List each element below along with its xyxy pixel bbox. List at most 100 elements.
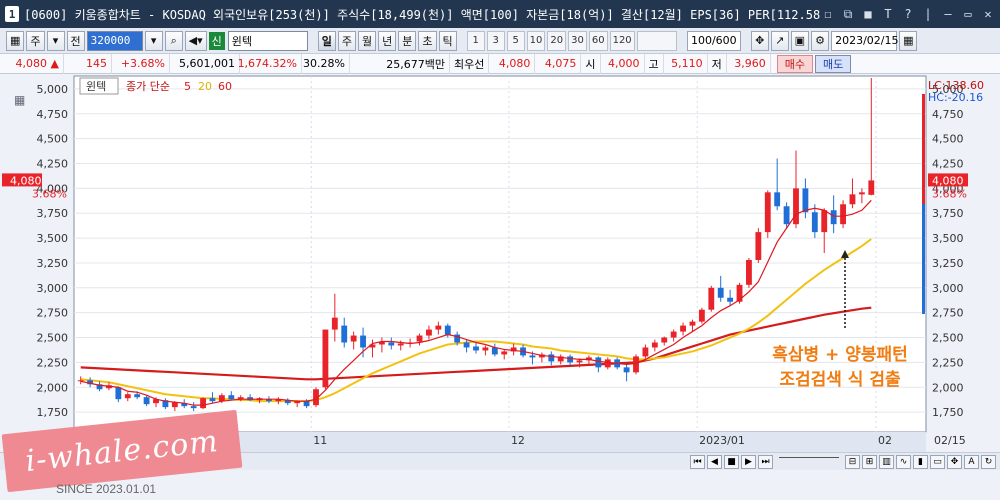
- interval-10-button[interactable]: 10: [526, 30, 546, 51]
- settings-icon[interactable]: ⚙: [811, 30, 830, 51]
- font-icon[interactable]: T: [880, 6, 896, 22]
- tf-minute-button[interactable]: 분: [398, 30, 417, 51]
- price-change: 145: [64, 53, 112, 74]
- x-tick-label: 12: [511, 434, 525, 447]
- maximize-icon[interactable]: ▭: [960, 6, 976, 22]
- data-count-field[interactable]: 100/600: [686, 30, 741, 51]
- layout-icon[interactable]: ☐: [820, 6, 836, 22]
- interval-3-button[interactable]: 3: [486, 30, 505, 51]
- save-icon[interactable]: ▣: [790, 30, 810, 51]
- market-all-button[interactable]: 전: [66, 30, 85, 51]
- candle-body: [143, 397, 150, 405]
- zoom-in-icon[interactable]: ⊞: [862, 454, 877, 469]
- y-tick-label-right: 3,000: [932, 282, 964, 295]
- y-tick-label-left: 4,250: [37, 158, 69, 171]
- stop-icon[interactable]: ■: [724, 454, 739, 469]
- sell-button[interactable]: 매도: [815, 54, 852, 73]
- candle-body: [341, 325, 348, 343]
- tf-second-button[interactable]: 초: [418, 30, 437, 51]
- tf-week-button[interactable]: 주: [337, 30, 357, 51]
- chart-area[interactable]: 1,750 2,000 2,250 2,500 2,750 3,000 3,250 3,500…: [0, 74, 1000, 452]
- current-pct-left-label: 3.68%: [32, 187, 67, 200]
- period-week-button[interactable]: 주: [26, 30, 45, 51]
- minimize-icon[interactable]: —: [940, 6, 956, 22]
- stock-code-input[interactable]: [86, 30, 143, 51]
- prev-icon[interactable]: ◀: [707, 454, 722, 469]
- first-icon[interactable]: ⏮: [690, 454, 705, 469]
- tf-year-button[interactable]: 년: [378, 30, 397, 51]
- interval-dropdown[interactable]: [636, 30, 677, 51]
- candle-body: [708, 287, 715, 310]
- y-tick-label-right: 3,500: [932, 232, 964, 245]
- candle-body: [388, 342, 395, 346]
- y-tick-label-left: 1,750: [37, 406, 69, 419]
- line-chart-icon[interactable]: ∿: [896, 454, 911, 469]
- interval-1-button[interactable]: 1: [466, 30, 485, 51]
- window-number-icon[interactable]: 1: [5, 6, 19, 22]
- candle-body: [623, 367, 630, 373]
- next-icon[interactable]: ▶: [741, 454, 756, 469]
- candle-body: [651, 342, 658, 348]
- turnover-rate: 30.28%: [302, 53, 350, 74]
- font-increase-icon[interactable]: A: [964, 454, 979, 469]
- candle-body: [576, 360, 583, 363]
- speaker-icon[interactable]: ◀▾: [184, 30, 207, 51]
- bars-icon[interactable]: ▮: [913, 454, 928, 469]
- y-tick-label-right: 4,750: [932, 108, 964, 121]
- candle-body: [426, 329, 432, 336]
- tf-month-button[interactable]: 월: [358, 30, 377, 51]
- candle-body: [746, 259, 752, 285]
- zoom-slider[interactable]: [779, 456, 839, 467]
- reset-icon[interactable]: ↻: [981, 454, 996, 469]
- interval-60-button[interactable]: 60: [588, 30, 608, 51]
- restore-layout-icon[interactable]: ⧉: [840, 6, 856, 22]
- fill-icon[interactable]: ■: [860, 6, 876, 22]
- candlestick-chart[interactable]: 1,750 2,000 2,250 2,500 2,750 3,000 3,250 3,500…: [0, 74, 1000, 452]
- buy-button[interactable]: 매수: [776, 54, 813, 73]
- date-field[interactable]: 2023/02/15: [831, 30, 898, 51]
- zoom-out-icon[interactable]: ⊟: [845, 454, 860, 469]
- grid-layout-icon[interactable]: ▦: [6, 30, 25, 51]
- interval-5-button[interactable]: 5: [506, 30, 525, 51]
- change-percent: +3.68%: [112, 53, 170, 74]
- candle-body: [698, 309, 705, 322]
- candle-body: [680, 325, 686, 332]
- close-icon[interactable]: ✕: [980, 6, 996, 22]
- y-tick-label-left: 4,500: [37, 133, 69, 146]
- y-tick-label-right: 2,750: [932, 307, 964, 320]
- window-title: [0600] 키움종합차트 - KOSDAQ 외국인보유[253(천)] 주식수…: [24, 7, 820, 22]
- help-icon[interactable]: ?: [900, 6, 916, 22]
- dropdown-arrow-icon[interactable]: ▾: [46, 30, 65, 51]
- move-icon[interactable]: ✥: [947, 454, 962, 469]
- y-tick-label-left: 3,500: [37, 232, 69, 245]
- candle-body: [567, 356, 574, 363]
- low-label: 저: [708, 53, 727, 74]
- candle-body: [218, 395, 225, 402]
- watermark-since: SINCE 2023.01.01: [56, 482, 157, 496]
- draw-tool-icon[interactable]: ↗: [770, 30, 789, 51]
- calendar-icon[interactable]: ▦: [899, 30, 918, 51]
- crosshair-icon[interactable]: ✥: [750, 30, 769, 51]
- interval-20-button[interactable]: 20: [547, 30, 567, 51]
- interval-30-button[interactable]: 30: [568, 30, 587, 51]
- table-view-icon[interactable]: ▦: [14, 93, 25, 107]
- high-label: 고: [645, 53, 664, 74]
- tf-day-button[interactable]: 일: [317, 30, 336, 51]
- code-dropdown-icon[interactable]: ▾: [144, 30, 163, 51]
- open-label: 시: [581, 53, 601, 74]
- toolbar: ▦ 주 ▾ 전 ▾ ⌕ ◀▾ 신 윈텍 일 주 월 년 분 초 틱 1 3 5 …: [0, 28, 1000, 54]
- candle-body: [529, 355, 536, 358]
- window-icon[interactable]: ▭: [930, 454, 945, 469]
- last-icon[interactable]: ⏭: [758, 454, 773, 469]
- interval-120-button[interactable]: 120: [609, 30, 635, 51]
- candle-body: [190, 406, 197, 409]
- stock-name-field[interactable]: 윈텍: [227, 30, 308, 51]
- new-listing-badge: 신: [208, 31, 225, 50]
- search-icon[interactable]: ⌕: [164, 30, 183, 51]
- x-end-label: 02/15: [934, 434, 966, 447]
- candle-body: [755, 232, 762, 260]
- bar-chart-icon[interactable]: ▥: [879, 454, 894, 469]
- y-tick-label-left: 4,750: [37, 108, 69, 121]
- tf-tick-button[interactable]: 틱: [438, 30, 457, 51]
- stock-tag: 윈텍: [86, 79, 106, 93]
